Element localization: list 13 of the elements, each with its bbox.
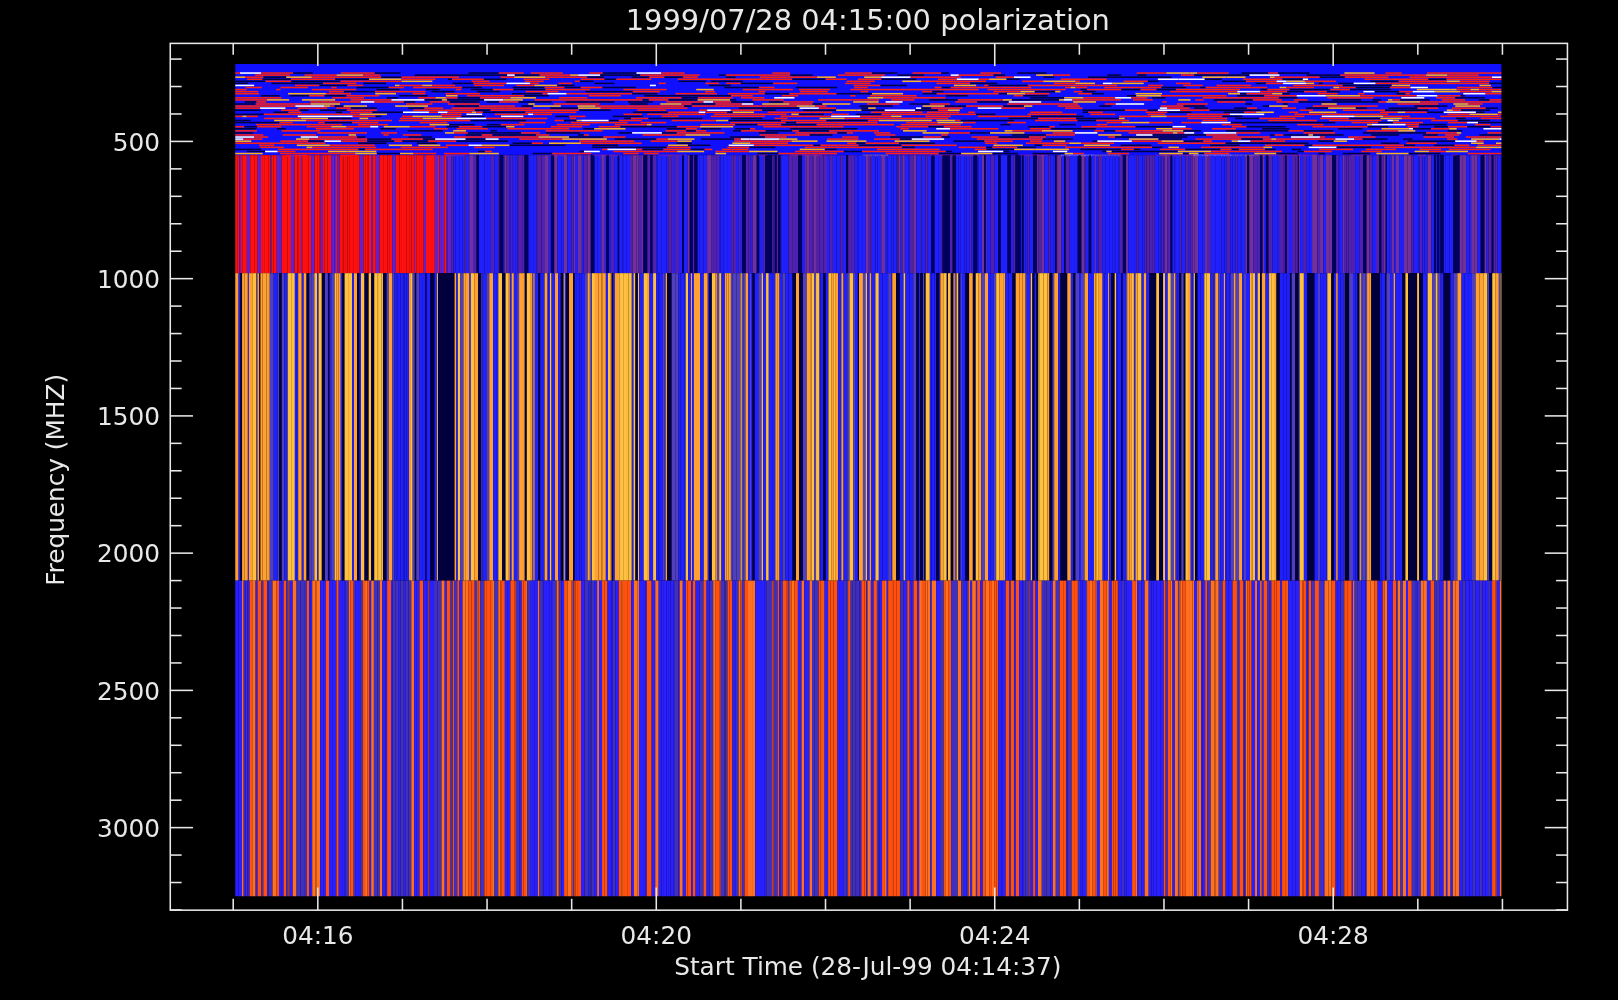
y-axis-label: Frequency (MHZ) (41, 373, 70, 586)
x-tick-label: 04:20 (620, 921, 692, 951)
y-tick-label: 2000 (96, 539, 160, 569)
y-tick-label: 3000 (96, 813, 160, 843)
x-axis-label: Start Time (28-Jul-99 04:14:37) (674, 952, 1062, 982)
x-tick-label: 04:16 (282, 921, 354, 951)
y-tick-label: 2500 (96, 676, 160, 706)
y-tick-label: 500 (112, 127, 160, 157)
y-tick-label: 1000 (96, 264, 160, 294)
x-tick-label: 04:28 (1297, 921, 1369, 951)
plot-title: 1999/07/28 04:15:00 polarization (625, 3, 1110, 37)
y-tick-label: 1500 (96, 402, 160, 432)
x-tick-label: 04:24 (959, 921, 1031, 951)
